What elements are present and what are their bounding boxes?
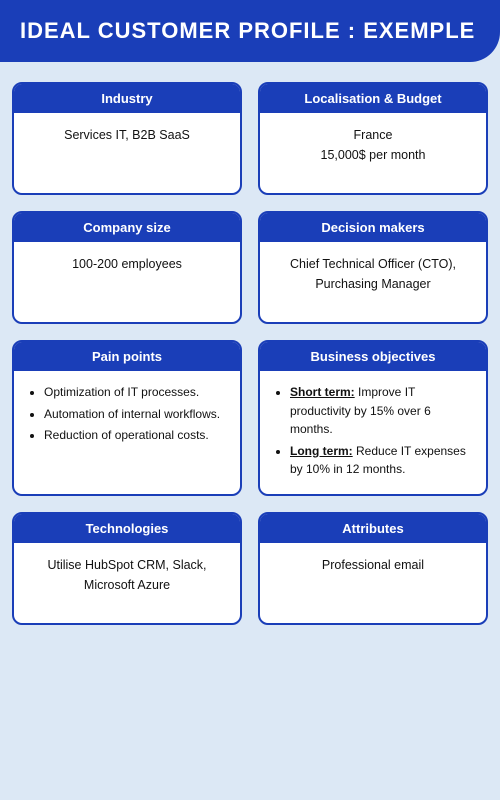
list-item: Reduction of operational costs.	[44, 426, 226, 445]
card-technologies: Technologies Utilise HubSpot CRM, Slack, …	[12, 512, 242, 625]
card-header-attributes: Attributes	[260, 514, 486, 543]
card-list: Optimization of IT processes. Automation …	[28, 383, 226, 445]
card-pain-points: Pain points Optimization of IT processes.…	[12, 340, 242, 496]
card-body-pain-points: Optimization of IT processes. Automation …	[14, 371, 240, 460]
card-header-company-size: Company size	[14, 213, 240, 242]
card-text-line: Chief Technical Officer (CTO), Purchasin…	[274, 254, 472, 294]
card-header-pain-points: Pain points	[14, 342, 240, 371]
card-decision-makers: Decision makers Chief Technical Officer (…	[258, 211, 488, 324]
list-item-prefix: Long term:	[290, 444, 353, 458]
card-text-line: France	[274, 125, 472, 145]
card-body-company-size: 100-200 employees	[14, 242, 240, 322]
card-body-industry: Services IT, B2B SaaS	[14, 113, 240, 193]
card-text-line: 100-200 employees	[28, 254, 226, 274]
card-text-line: Services IT, B2B SaaS	[28, 125, 226, 145]
list-item: Optimization of IT processes.	[44, 383, 226, 402]
list-item: Automation of internal workflows.	[44, 405, 226, 424]
grid-container: Industry Services IT, B2B SaaS Localisatio…	[0, 82, 500, 645]
card-body-technologies: Utilise HubSpot CRM, Slack, Microsoft Az…	[14, 543, 240, 623]
list-item: Short term: Improve IT productivity by 1…	[290, 383, 472, 439]
card-body-decision-makers: Chief Technical Officer (CTO), Purchasin…	[260, 242, 486, 322]
card-header-decision-makers: Decision makers	[260, 213, 486, 242]
card-list-rich: Short term: Improve IT productivity by 1…	[274, 383, 472, 479]
card-header-industry: Industry	[14, 84, 240, 113]
list-item-prefix: Short term:	[290, 385, 355, 399]
card-company-size: Company size 100-200 employees	[12, 211, 242, 324]
page-title: IDEAL CUSTOMER PROFILE : EXEMPLE	[20, 18, 475, 43]
card-body-localisation-budget: France15,000$ per month	[260, 113, 486, 193]
card-business-objectives: Business objectives Short term: Improve I…	[258, 340, 488, 496]
card-body-attributes: Professional email	[260, 543, 486, 623]
card-localisation-budget: Localisation & BudgetFrance15,000$ per m…	[258, 82, 488, 195]
card-text-line: 15,000$ per month	[274, 145, 472, 165]
card-header-localisation-budget: Localisation & Budget	[260, 84, 486, 113]
card-header-business-objectives: Business objectives	[260, 342, 486, 371]
card-industry: Industry Services IT, B2B SaaS	[12, 82, 242, 195]
list-item: Long term: Reduce IT expenses by 10% in …	[290, 442, 472, 479]
card-text-line: Professional email	[274, 555, 472, 575]
card-header-technologies: Technologies	[14, 514, 240, 543]
card-attributes: Attributes Professional email	[258, 512, 488, 625]
header: IDEAL CUSTOMER PROFILE : EXEMPLE	[0, 0, 500, 62]
card-body-business-objectives: Short term: Improve IT productivity by 1…	[260, 371, 486, 494]
card-text-line: Utilise HubSpot CRM, Slack, Microsoft Az…	[28, 555, 226, 595]
